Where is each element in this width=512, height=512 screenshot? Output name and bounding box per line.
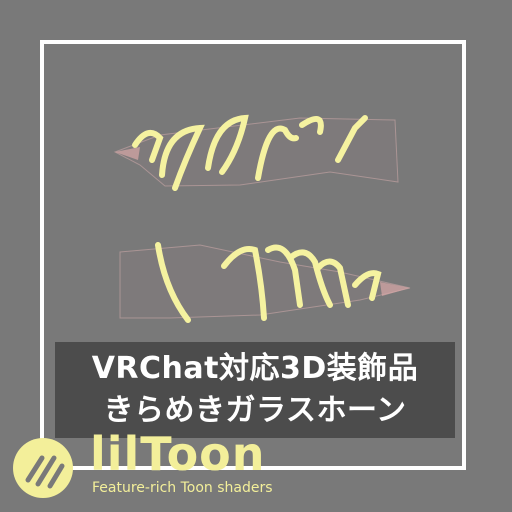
liltoon-logo-icon [13, 438, 73, 498]
logo-tagline: Feature-rich Toon shaders [92, 480, 273, 496]
liltoon-logo: lilToon Feature-rich Toon shaders [8, 427, 308, 512]
title-line-1: VRChat対応3D装飾品 [91, 351, 419, 386]
upper-horn [113, 114, 399, 191]
lower-horn [119, 242, 411, 323]
logo-wordmark: lilToon [90, 427, 266, 481]
